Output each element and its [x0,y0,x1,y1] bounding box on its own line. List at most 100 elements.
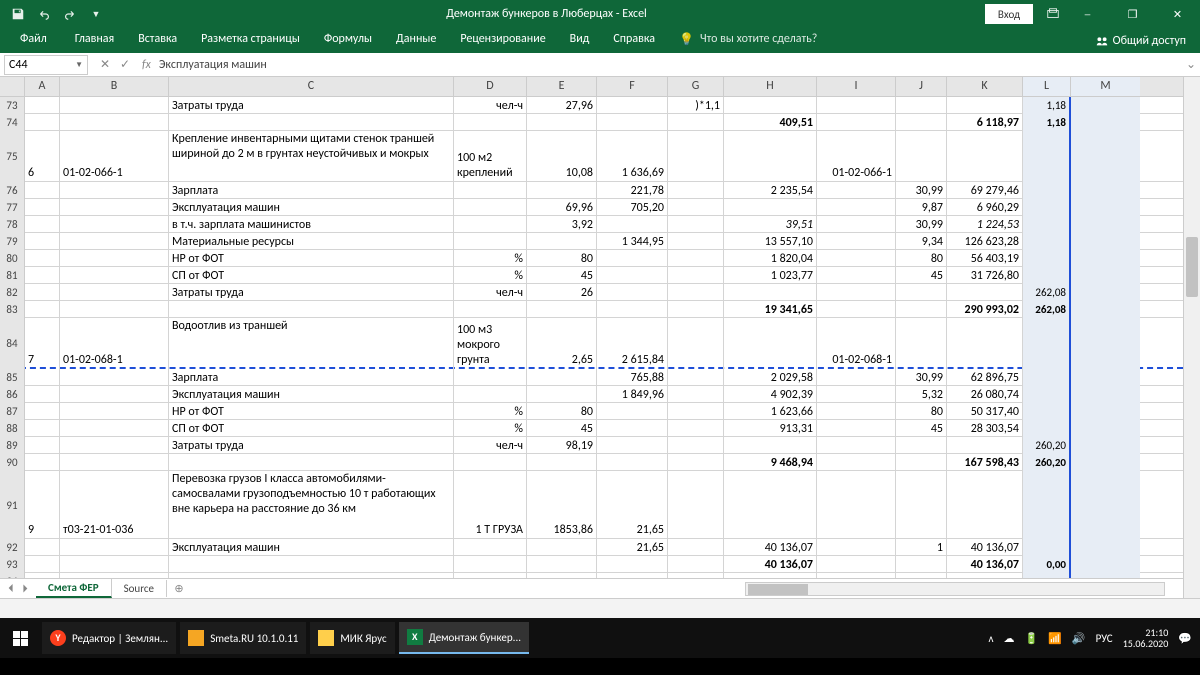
cell[interactable]: 7 [25,318,60,369]
cell[interactable] [454,182,527,199]
cell[interactable]: Материальные ресурсы [169,233,454,250]
table-row[interactable]: 86Эксплуатация машин1 849,964 902,395,32… [0,386,1183,403]
cell[interactable]: т03-21-01-036 [60,471,169,539]
cell[interactable] [1071,216,1140,233]
cell[interactable] [817,267,896,284]
table-row[interactable]: 919т03-21-01-036Перевозка грузов I класс… [0,471,1183,539]
cell[interactable] [817,420,896,437]
sheet-tab[interactable]: Source [112,580,167,597]
cell[interactable] [1023,199,1071,216]
cell[interactable] [1071,233,1140,250]
row-header[interactable]: 88 [0,420,25,437]
cell[interactable]: 705,20 [597,199,668,216]
cell[interactable] [1071,97,1140,114]
cell[interactable] [896,131,947,182]
table-row[interactable]: 84701-02-068-1Водоотлив из траншей100 м3… [0,318,1183,369]
cell[interactable] [25,199,60,216]
cell[interactable] [947,471,1023,539]
cell[interactable]: 3,92 [527,216,597,233]
cell[interactable]: 80 [896,250,947,267]
cell[interactable]: 262,08 [1023,301,1071,318]
cell[interactable] [896,97,947,114]
tab-data[interactable]: Данные [384,28,448,53]
table-row[interactable]: 77Эксплуатация машин69,96705,209,876 960… [0,199,1183,216]
cell[interactable] [724,284,817,301]
formula-input[interactable]: Эксплуатация машин [155,58,1182,72]
cell[interactable]: % [454,250,527,267]
minimize-button[interactable]: ─ [1065,0,1110,28]
row-header[interactable]: 80 [0,250,25,267]
row-header[interactable]: 74 [0,114,25,131]
col-header[interactable]: A [25,77,60,96]
maximize-button[interactable]: ❐ [1110,0,1155,28]
cell[interactable]: 40 136,07 [947,539,1023,556]
cell[interactable]: 45 [527,267,597,284]
cell[interactable]: 27,96 [527,97,597,114]
tray-lang[interactable]: РУС [1096,632,1113,645]
cell[interactable] [817,301,896,318]
cell[interactable] [60,233,169,250]
login-button[interactable]: Вход [985,4,1033,24]
cell[interactable] [60,556,169,573]
taskbar-item[interactable]: YРедактор | Землян... [42,622,176,654]
cell[interactable]: 1 820,04 [724,250,817,267]
cancel-formula-icon[interactable]: ✕ [96,57,114,72]
cell[interactable] [668,556,724,573]
cell[interactable] [896,556,947,573]
cell[interactable]: 21,65 [597,539,668,556]
tray-cloud-icon[interactable]: ☁ [1004,632,1015,645]
row-header[interactable]: 76 [0,182,25,199]
chevron-down-icon[interactable]: ▼ [75,60,83,70]
cell[interactable] [1071,539,1140,556]
cell[interactable]: 126 623,28 [947,233,1023,250]
cell[interactable] [947,97,1023,114]
cell[interactable] [1023,182,1071,199]
cell[interactable] [60,454,169,471]
cell[interactable] [668,233,724,250]
table-row[interactable]: 87НР от ФОТ%801 623,668050 317,40 [0,403,1183,420]
cell[interactable]: 1 623,66 [724,403,817,420]
cell[interactable]: 1 023,77 [724,267,817,284]
tray-wifi-icon[interactable]: 📶 [1048,632,1062,645]
cell[interactable] [668,386,724,403]
cell[interactable] [817,216,896,233]
cell[interactable]: 45 [896,267,947,284]
cell[interactable]: 290 993,02 [947,301,1023,318]
cell[interactable] [1023,267,1071,284]
cell[interactable]: 1 Т ГРУЗА [454,471,527,539]
cell[interactable] [1071,267,1140,284]
cell[interactable] [668,403,724,420]
tab-insert[interactable]: Вставка [126,28,189,53]
start-button[interactable] [0,618,40,658]
cell[interactable]: 1 344,95 [597,233,668,250]
cell[interactable]: 9,87 [896,199,947,216]
tab-layout[interactable]: Разметка страницы [189,28,312,53]
cell[interactable]: 69,96 [527,199,597,216]
cell[interactable] [454,301,527,318]
table-row[interactable]: 88СП от ФОТ%45913,314528 303,54 [0,420,1183,437]
cell[interactable] [817,454,896,471]
taskbar-item[interactable]: Smeta.RU 10.1.0.11 [180,622,306,654]
cell[interactable]: Затраты труда [169,437,454,454]
cell[interactable] [1071,556,1140,573]
tab-file[interactable]: Файл [4,28,63,53]
cell[interactable] [817,284,896,301]
cell[interactable] [817,369,896,386]
cell[interactable]: Затраты труда [169,284,454,301]
tab-review[interactable]: Рецензирование [448,28,557,53]
cell[interactable] [527,386,597,403]
cell[interactable] [1071,199,1140,216]
cell[interactable] [25,250,60,267]
cell[interactable] [25,114,60,131]
cell[interactable] [817,114,896,131]
cell[interactable] [817,539,896,556]
cell[interactable]: 98,19 [527,437,597,454]
cell[interactable] [668,131,724,182]
cell[interactable]: 01-02-066-1 [60,131,169,182]
cell[interactable] [817,403,896,420]
cell[interactable] [60,403,169,420]
cell[interactable] [454,199,527,216]
cell[interactable] [169,573,454,578]
cell[interactable]: 6 118,97 [947,114,1023,131]
cell[interactable] [60,301,169,318]
